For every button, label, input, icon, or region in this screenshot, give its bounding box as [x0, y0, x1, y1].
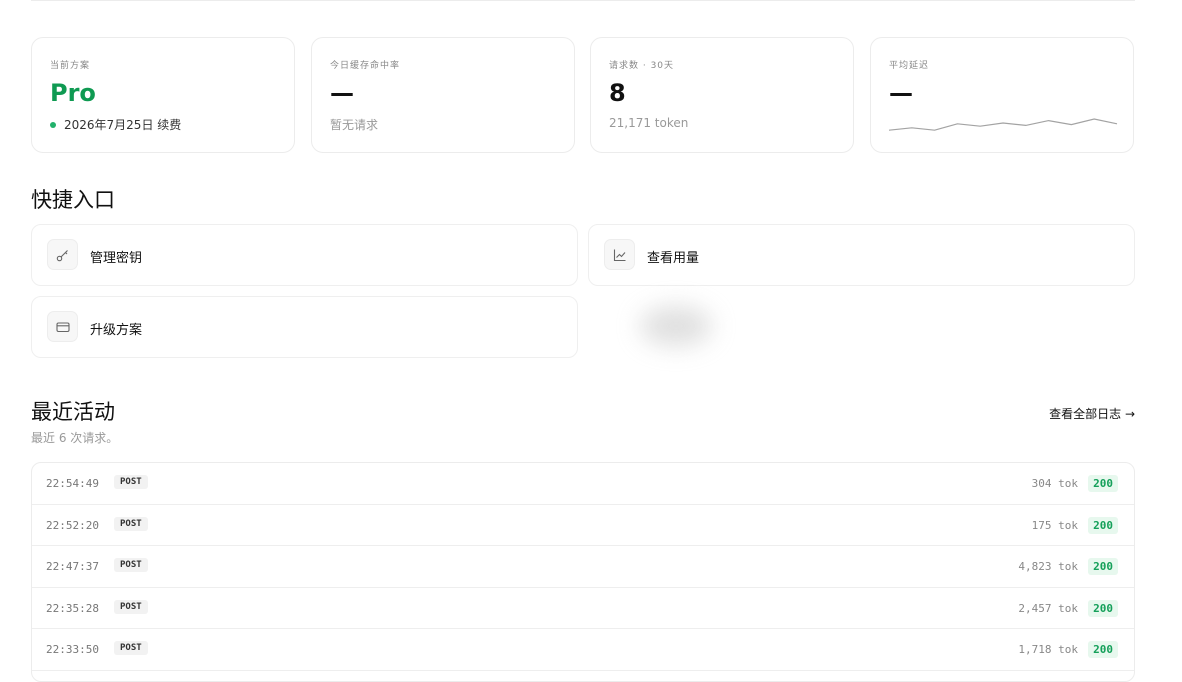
table-row[interactable]: 22:54:49 POST 304 tok 200 [32, 463, 1134, 505]
status-badge: 200 [1088, 475, 1118, 492]
view-usage-button[interactable]: 查看用量 [588, 224, 1135, 286]
activity-subtitle: 最近 6 次请求。 [31, 431, 119, 445]
manage-keys-button[interactable]: 管理密钥 [31, 224, 578, 286]
table-row[interactable]: 22:33:50 POST 1,718 tok 200 [32, 629, 1134, 671]
table-row[interactable]: 22:47:37 POST 4,823 tok 200 [32, 546, 1134, 588]
renewal-date: 2026年7月25日 续费 [64, 118, 182, 132]
top-divider [31, 0, 1135, 1]
log-time: 22:52:20 [46, 518, 99, 532]
log-time: 22:47:37 [46, 560, 99, 573]
stat-card-requests: 请求数 · 30天 8 21,171 token [590, 37, 854, 153]
stat-label: 当前方案 [50, 61, 91, 71]
status-badge: 200 [1088, 599, 1118, 617]
manage-keys-label: 管理密钥 [90, 251, 143, 266]
upgrade-plan-label: 升级方案 [90, 323, 143, 338]
token-count: 1,718 tok [1018, 643, 1078, 656]
method-badge: POST [114, 558, 148, 572]
key-icon [47, 239, 78, 270]
token-count: 175 tok [1031, 518, 1078, 532]
stat-card-plan: 当前方案 Pro 2026年7月25日 续费 [31, 37, 295, 153]
section-title-recent-activity: 最近活动 [31, 400, 115, 424]
table-row[interactable]: 22:52:20 POST 175 tok 200 [32, 505, 1134, 546]
latency-sparkline [888, 118, 1118, 131]
credit-card-icon [47, 311, 78, 342]
stat-card-cache-hit-rate: 今日缓存命中率 — 暂无请求 [311, 37, 575, 153]
line-chart-icon [604, 239, 635, 270]
stat-card-latency: 平均延迟 — [870, 37, 1134, 153]
stat-sub-cache: 暂无请求 [330, 118, 379, 132]
view-usage-label: 查看用量 [647, 251, 700, 266]
upgrade-plan-button[interactable]: 升级方案 [31, 296, 578, 358]
stat-value-cache: — [330, 79, 354, 107]
view-all-logs-link[interactable]: 查看全部日志 → [1049, 405, 1135, 422]
stat-value-latency: — [889, 79, 913, 107]
token-count: 4,823 tok [1018, 560, 1078, 573]
stat-label: 平均延迟 [889, 61, 930, 71]
method-badge: POST [114, 516, 148, 531]
blurred-shadow [640, 306, 712, 346]
method-badge: POST [114, 641, 148, 655]
status-badge: 200 [1088, 516, 1118, 534]
status-dot-icon [50, 121, 56, 128]
log-time: 22:35:28 [46, 601, 99, 615]
activity-log-table: 22:54:49 POST 304 tok 200 22:52:20 POST … [31, 462, 1135, 682]
renewal-info: 2026年7月25日 续费 [50, 116, 181, 133]
status-badge: 200 [1088, 641, 1118, 658]
status-badge: 200 [1088, 558, 1118, 575]
stat-label: 今日缓存命中率 [330, 61, 401, 71]
token-count: 304 tok [1031, 477, 1078, 490]
stat-sub-tokens: 21,171 token [609, 116, 689, 130]
stat-label: 请求数 · 30天 [609, 61, 675, 71]
sparkline-series [888, 118, 1118, 131]
log-time: 22:54:49 [46, 477, 99, 490]
token-count: 2,457 tok [1018, 601, 1078, 615]
log-time: 22:33:50 [46, 643, 99, 656]
method-badge: POST [114, 475, 148, 489]
section-title-quick-access: 快捷入口 [31, 188, 115, 212]
method-badge: POST [114, 599, 148, 614]
table-row[interactable]: 22:35:28 POST 2,457 tok 200 [32, 588, 1134, 629]
stat-value-plan: Pro [50, 79, 96, 107]
stat-value-requests: 8 [609, 79, 626, 107]
